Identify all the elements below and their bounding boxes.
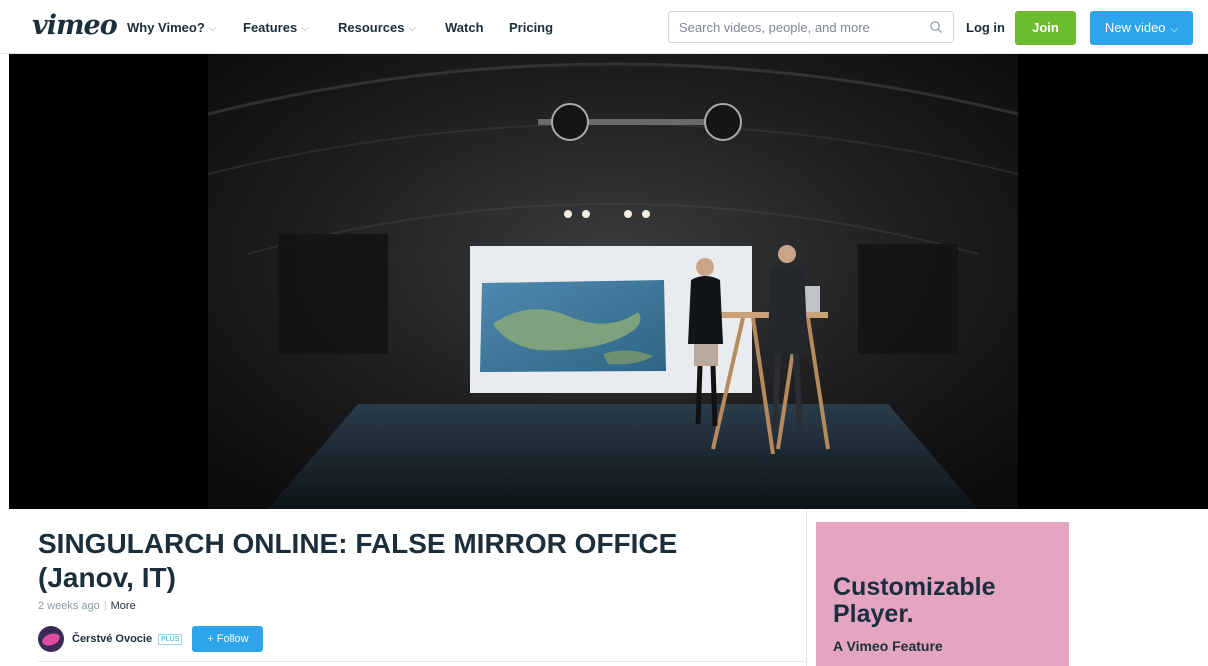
chevron-down-icon: ⌵ xyxy=(301,23,309,34)
search-icon[interactable] xyxy=(929,20,943,34)
promo-banner[interactable]: Customizable Player. A Vimeo Feature xyxy=(816,522,1069,666)
nav-why-vimeo-label: Why Vimeo? xyxy=(127,20,205,35)
posted-time: 2 weeks ago xyxy=(38,600,100,612)
vimeo-logo[interactable]: vimeo xyxy=(32,11,118,41)
search-placeholder: Search videos, people, and more xyxy=(679,20,870,35)
channel-row: Čerstvé Ovocie PLUS + Follow xyxy=(38,626,264,652)
chevron-down-icon: ⌵ xyxy=(1170,24,1179,35)
plus-badge: PLUS xyxy=(158,633,183,645)
new-video-label: New video xyxy=(1104,20,1166,35)
nav-resources[interactable]: Resources ⌵ xyxy=(338,20,416,37)
nav-features[interactable]: Features ⌵ xyxy=(243,20,309,37)
channel-avatar[interactable] xyxy=(38,626,64,652)
chevron-down-icon: ⌵ xyxy=(208,23,217,34)
meta-separator: | xyxy=(103,600,107,612)
channel-name[interactable]: Čerstvé Ovocie xyxy=(72,633,152,645)
follow-button[interactable]: + Follow xyxy=(192,626,264,652)
content-divider xyxy=(806,510,807,666)
video-meta: 2 weeks ago | More xyxy=(38,600,136,612)
login-link[interactable]: Log in xyxy=(966,20,1005,35)
video-frame xyxy=(208,54,1018,509)
video-title: SINGULARCH ONLINE: FALSE MIRROR OFFICE (… xyxy=(38,528,678,593)
promo-subtitle: A Vimeo Feature xyxy=(833,638,943,654)
new-video-button[interactable]: New video ⌵ xyxy=(1090,11,1193,45)
nav-features-label: Features xyxy=(243,20,298,35)
more-link[interactable]: More xyxy=(111,600,136,612)
nav-watch-label: Watch xyxy=(445,20,484,35)
section-divider xyxy=(38,661,806,662)
top-navigation: vimeo Why Vimeo? ⌵ Features ⌵ Resources ⌵ W… xyxy=(0,0,1208,54)
nav-watch[interactable]: Watch xyxy=(445,20,484,36)
nav-why-vimeo[interactable]: Why Vimeo? ⌵ xyxy=(127,20,216,37)
search-input[interactable]: Search videos, people, and more xyxy=(668,11,954,43)
nav-pricing-label: Pricing xyxy=(509,20,554,35)
nav-resources-label: Resources xyxy=(338,20,405,35)
join-button[interactable]: Join xyxy=(1015,11,1076,45)
nav-pricing[interactable]: Pricing xyxy=(509,20,553,36)
chevron-down-icon: ⌵ xyxy=(408,23,417,34)
promo-title: Customizable Player. xyxy=(833,573,996,628)
video-player[interactable] xyxy=(9,54,1208,509)
